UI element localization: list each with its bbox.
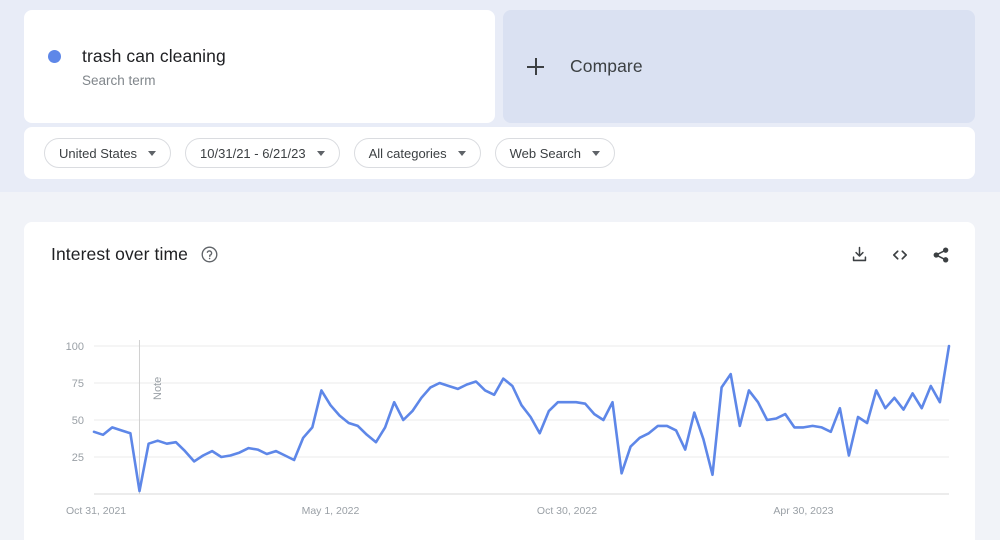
help-circle-icon[interactable] <box>200 245 219 264</box>
svg-text:25: 25 <box>72 452 84 464</box>
search-term-content: trash can cleaning Search term <box>24 44 226 90</box>
series-color-dot <box>48 50 61 63</box>
svg-text:100: 100 <box>66 341 84 353</box>
date-range-filter-label: 10/31/21 - 6/21/23 <box>200 146 306 161</box>
location-filter-label: United States <box>59 146 137 161</box>
category-filter[interactable]: All categories <box>354 138 481 168</box>
compare-label: Compare <box>570 56 643 77</box>
search-term-text: trash can cleaning Search term <box>82 44 226 90</box>
chevron-down-icon <box>592 151 600 156</box>
filter-chip-group: United States 10/31/21 - 6/21/23 All cat… <box>24 138 615 168</box>
category-filter-label: All categories <box>369 146 447 161</box>
svg-text:50: 50 <box>72 415 84 427</box>
search-term-label: trash can cleaning <box>82 44 226 68</box>
chart-header: Interest over time <box>51 244 951 265</box>
compare-content: Compare <box>503 56 643 77</box>
svg-text:May 1, 2022: May 1, 2022 <box>302 505 360 517</box>
compare-card[interactable]: Compare <box>503 10 975 123</box>
chart-title-wrap: Interest over time <box>51 244 219 265</box>
code-brackets-icon[interactable] <box>890 245 910 265</box>
share-icon[interactable] <box>931 245 951 265</box>
chevron-down-icon <box>458 151 466 156</box>
svg-text:75: 75 <box>72 378 84 390</box>
interest-over-time-card: Interest over time <box>24 222 975 540</box>
interest-over-time-chart[interactable]: 25 50 75 100 Oct 31, 2021 May 1, 2022 Oct 30, … <box>24 322 975 540</box>
svg-text:Oct 31, 2021: Oct 31, 2021 <box>66 505 126 517</box>
search-type-filter[interactable]: Web Search <box>495 138 615 168</box>
chart-actions <box>850 245 951 265</box>
search-term-type: Search term <box>82 72 226 90</box>
date-range-filter[interactable]: 10/31/21 - 6/21/23 <box>185 138 340 168</box>
svg-text:Apr 30, 2023: Apr 30, 2023 <box>773 505 833 517</box>
search-type-filter-label: Web Search <box>510 146 581 161</box>
chevron-down-icon <box>148 151 156 156</box>
search-term-card[interactable]: trash can cleaning Search term <box>24 10 495 123</box>
location-filter[interactable]: United States <box>44 138 171 168</box>
plus-icon <box>527 58 544 75</box>
note-annotation-label: Note <box>152 377 164 400</box>
svg-text:Oct 30, 2022: Oct 30, 2022 <box>537 505 597 517</box>
filter-bar: United States 10/31/21 - 6/21/23 All cat… <box>24 127 975 179</box>
page-title: Interest over time <box>51 244 188 265</box>
chart-plot-area: 25 50 75 100 Oct 31, 2021 May 1, 2022 Oct 30, … <box>24 322 975 540</box>
download-icon[interactable] <box>850 245 869 264</box>
chevron-down-icon <box>317 151 325 156</box>
